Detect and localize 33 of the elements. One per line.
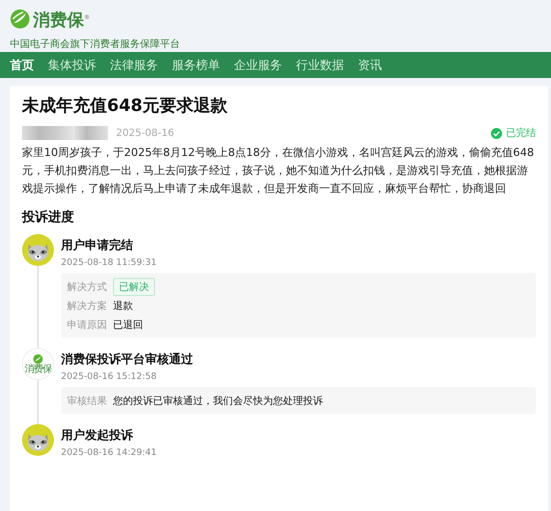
event-title: 用户发起投诉 — [61, 427, 134, 444]
nav-item[interactable]: 首页 — [10, 56, 34, 74]
nav-item[interactable]: 服务榜单 — [172, 56, 220, 74]
nav-item[interactable]: 行业数据 — [296, 56, 344, 74]
detail-label: 审核结果 — [67, 394, 107, 408]
progress-heading: 投诉进度 — [22, 208, 75, 226]
event-time: 2025-08-16 15:12:58 — [61, 372, 158, 382]
status-label: 已完结 — [491, 126, 536, 140]
platform-avatar: 消费保 — [22, 348, 54, 380]
logo-text[interactable]: 消费保$^{®}$ — [33, 8, 90, 31]
nav-item[interactable]: 法律服务 — [110, 56, 158, 74]
complaint-title: 未成年充值648元要求退款 — [22, 95, 228, 117]
raccoon-avatar-icon — [22, 424, 54, 456]
leaf-ball-icon — [10, 9, 30, 30]
detail-value: 退款 — [113, 300, 133, 312]
nav-item[interactable]: 资讯 — [358, 56, 382, 74]
raccoon-avatar-icon — [22, 234, 54, 266]
event-time: 2025-08-16 14:29:41 — [61, 448, 158, 458]
resolved-tag: 已解决 — [113, 278, 155, 296]
complaint-text: 家里10周岁孩子，于2025年8月12号晚上8点18分，在微信小游戏，名叫宫廷风云的游戏，偷偷充值648元，手机扣费消息一出，马上去问孩子经过，孩子说，她不知道为什么扣钱，是游戏引导充值，她根据游戏提示操作，了解情况后马上申请了未成年退款，但是开发商一直不回应，麻烦平台帮忙，协商退回 — [22, 145, 535, 197]
event-title: 消费保投诉平台审核通过 — [61, 351, 194, 368]
tagline: 中国电子商会旗下消费者服务保障平台 — [10, 38, 181, 51]
complaint-date: 2025-08-16 — [116, 128, 174, 138]
detail-value: 已退回 — [113, 318, 143, 332]
nav-item[interactable]: 集体投诉 — [48, 56, 96, 74]
event-time: 2025-08-18 11:59:31 — [61, 258, 158, 268]
event-title: 用户申请完结 — [61, 237, 134, 254]
detail-label: 解决方案 — [67, 300, 107, 312]
detail-label: 申请原因 — [67, 318, 107, 332]
detail-value: 您的投诉已审核通过，我们会尽快为您处理投诉 — [113, 394, 323, 408]
detail-label: 解决方式 — [67, 280, 107, 294]
check-circle-icon — [491, 128, 502, 138]
nav-item[interactable]: 企业服务 — [234, 56, 282, 74]
